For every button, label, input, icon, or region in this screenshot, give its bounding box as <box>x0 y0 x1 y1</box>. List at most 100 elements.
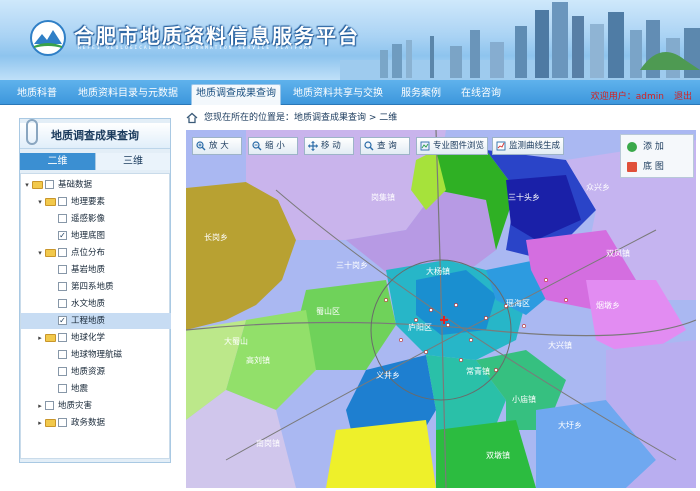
expand-down-icon[interactable]: ▾ <box>36 245 44 261</box>
tree-item[interactable]: ✓ 工程地质 <box>21 313 171 329</box>
tree-item-label: 点位分布 <box>71 248 106 258</box>
sidebar-title-text: 地质调查成果查询 <box>51 129 139 142</box>
tree-item[interactable]: 第四系地质 <box>21 279 171 295</box>
layer-checkbox[interactable]: ✓ <box>58 231 67 240</box>
tree-item-label: 地理要素 <box>71 197 106 207</box>
tree-item-label: 工程地质 <box>71 316 106 326</box>
map-label: 双墩镇 <box>486 451 510 460</box>
expand-right-icon[interactable]: ▸ <box>36 330 44 346</box>
layer-tree: ▾ 基础数据 ▾ 地理要素遥感影像 ✓ 地理底图 ▾ 点位分布基岩地质第四系地质水文地质 ✓ 工程… <box>20 173 171 459</box>
tree-item[interactable]: 地质资源 <box>21 364 171 380</box>
nav-item-survey-results[interactable]: 地质调查成果查询 <box>191 84 281 105</box>
tree-item[interactable]: 地震 <box>21 381 171 397</box>
tree-item-label: 第四系地质 <box>71 282 114 292</box>
tree-item[interactable]: 基岩地质 <box>21 262 171 278</box>
map-label: 烟墩乡 <box>596 301 620 310</box>
nav-item-catalog-metadata[interactable]: 地质资料目录与元数据 <box>78 85 178 105</box>
layer-checkbox[interactable]: ✓ <box>58 316 67 325</box>
expand-right-icon[interactable]: ▸ <box>36 398 44 414</box>
basemap-label: 底 图 <box>643 162 664 172</box>
map-label: 大兴镇 <box>548 341 572 350</box>
map-document-button[interactable]: 专业图件浏览 <box>416 137 488 155</box>
map-label: 蜀山区 <box>316 307 340 316</box>
query-button[interactable]: 查 询 <box>360 137 410 155</box>
zoom-out-button[interactable]: 缩 小 <box>248 137 298 155</box>
tree-item[interactable]: ▾ 点位分布 <box>21 245 171 261</box>
tree-item-label: 地球物理航磁 <box>71 350 123 360</box>
layer-checkbox[interactable] <box>58 384 67 393</box>
tree-item[interactable]: 遥感影像 <box>21 211 171 227</box>
layer-checkbox[interactable] <box>58 265 67 274</box>
tree-item[interactable]: ▸ 地球化学 <box>21 330 171 346</box>
expand-right-icon[interactable]: ▸ <box>36 415 44 431</box>
zoom-in-label: 放 大 <box>209 141 229 151</box>
map-label: 南岗镇 <box>256 439 280 448</box>
map-document-label: 专业图件浏览 <box>433 141 485 151</box>
map-label: 义井乡 <box>376 371 400 380</box>
map-side-panel: 添 加 底 图 <box>620 134 694 178</box>
add-layer-label: 添 加 <box>643 142 664 152</box>
sidebar: 地质调查成果查询 二维 三维 ▾ 基础数据 ▾ 地理要素 遥感影像 ✓ 地理底图 ▾ 点位分布基… <box>19 118 171 463</box>
tree-item-label: 水文地质 <box>71 299 106 309</box>
tree-item[interactable]: ▾ 地理要素 <box>21 194 171 210</box>
zoom-in-button[interactable]: 放 大 <box>192 137 242 155</box>
query-label: 查 询 <box>377 141 397 151</box>
breadcrumb-path[interactable]: 地质调查成果查询 > 二维 <box>294 113 397 123</box>
tree-item[interactable]: ▾ 基础数据 <box>21 177 171 193</box>
map-label: 双凤镇 <box>606 249 630 258</box>
user-info: 欢迎用户：admin <box>591 89 664 102</box>
tree-item[interactable]: 水文地质 <box>21 296 171 312</box>
city-skyline-image <box>340 2 700 80</box>
basemap-button[interactable]: 底 图 <box>625 158 691 176</box>
tab-2d[interactable]: 二维 <box>20 153 95 170</box>
tree-item[interactable]: 地球物理航磁 <box>21 347 171 363</box>
chart-icon <box>496 141 506 151</box>
tree-item-label: 基础数据 <box>58 180 93 190</box>
zoom-out-label: 缩 小 <box>265 141 285 151</box>
layer-checkbox[interactable] <box>58 418 67 427</box>
layer-checkbox[interactable] <box>58 197 67 206</box>
map-label: 大蜀山 <box>224 337 248 346</box>
logout-link[interactable]: 退出 <box>674 89 692 102</box>
tree-item-label: 遥感影像 <box>71 214 106 224</box>
layer-checkbox[interactable] <box>58 299 67 308</box>
map-label: 小庙镇 <box>512 395 536 404</box>
folder-icon <box>45 419 56 427</box>
layer-checkbox[interactable] <box>58 367 67 376</box>
tree-item[interactable]: ▸ 政务数据 <box>21 415 171 431</box>
layer-checkbox[interactable] <box>58 282 67 291</box>
welcome-label: 欢迎用户： <box>590 92 636 102</box>
layer-checkbox[interactable] <box>45 401 54 410</box>
tree-item-label: 地质资源 <box>71 367 106 377</box>
nav-item-online-consult[interactable]: 在线咨询 <box>461 85 501 105</box>
layer-checkbox[interactable] <box>58 214 67 223</box>
tab-3d[interactable]: 三维 <box>95 153 170 170</box>
map-label: 三十岗乡 <box>336 261 368 270</box>
layer-checkbox[interactable] <box>58 248 67 257</box>
map-view[interactable]: 三十头乡 众兴乡 长岗乡 三十岗乡 庐阳区 大杨镇 岗集镇 双凤镇 瑶海区 蜀山… <box>186 130 696 488</box>
pan-button[interactable]: 移 动 <box>304 137 354 155</box>
expand-down-icon[interactable]: ▾ <box>23 177 31 193</box>
tree-item[interactable]: ✓ 地理底图 <box>21 228 171 244</box>
tree-item-label: 地质灾害 <box>58 401 93 411</box>
map-document-icon <box>420 141 430 151</box>
header-banner: 合肥市地质资料信息服务平台 HEFEI GEOLOGICAL DATA INFO… <box>0 0 700 80</box>
nav-item-service-cases[interactable]: 服务案例 <box>401 85 441 105</box>
breadcrumb-prefix: 您现在所在的位置是： <box>204 113 295 123</box>
nav-item-geology-science[interactable]: 地质科普 <box>17 85 57 105</box>
layer-checkbox[interactable] <box>58 333 67 342</box>
layer-checkbox[interactable] <box>45 180 54 189</box>
basemap-icon <box>627 162 637 172</box>
tree-item-label: 政务数据 <box>71 418 106 428</box>
zoom-out-icon <box>252 141 262 151</box>
chart-button[interactable]: 监测曲线生成 <box>492 137 564 155</box>
tree-item-label: 地理底图 <box>71 231 106 241</box>
tree-item-label: 地球化学 <box>71 333 106 343</box>
map-label: 大杨镇 <box>426 267 450 276</box>
nav-item-data-sharing[interactable]: 地质资料共享与交换 <box>293 85 383 105</box>
layer-checkbox[interactable] <box>58 350 67 359</box>
tree-item[interactable]: ▸ 地质灾害 <box>21 398 171 414</box>
add-layer-button[interactable]: 添 加 <box>625 138 691 156</box>
expand-down-icon[interactable]: ▾ <box>36 194 44 210</box>
logo-icon <box>30 20 66 56</box>
